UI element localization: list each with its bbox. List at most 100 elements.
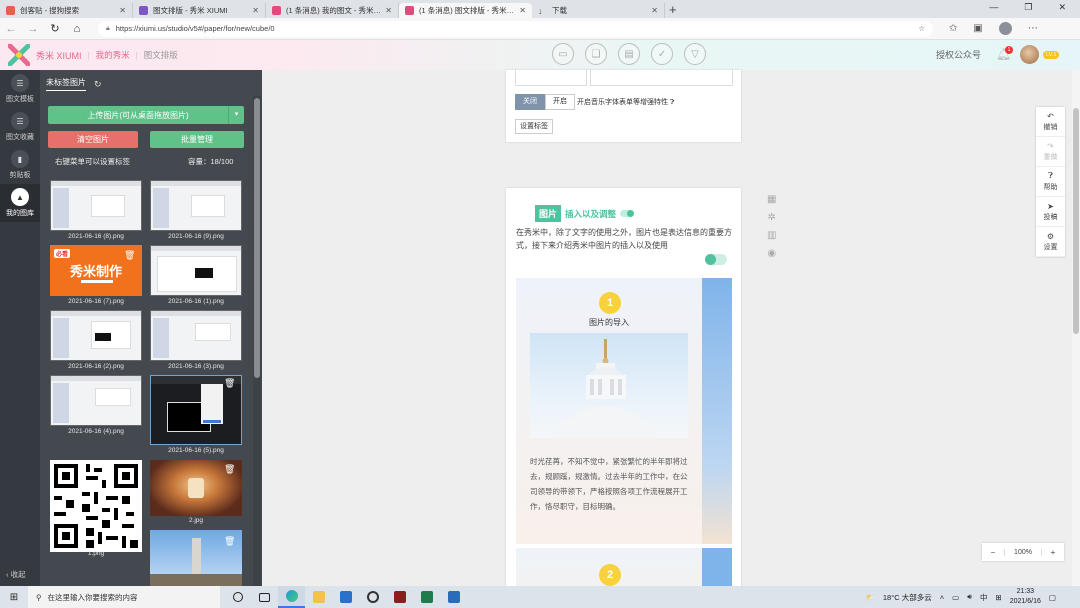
collections-icon[interactable]: ▣ [973, 23, 982, 34]
forward-icon[interactable]: → [22, 23, 44, 35]
zoom-value: 100% [1004, 548, 1042, 556]
trash-icon[interactable]: 🗑︎ [224, 464, 235, 475]
check-icon[interactable]: ✓ [651, 43, 673, 65]
collapse-button[interactable]: ‹ 收起 [6, 569, 26, 580]
image-thumb[interactable] [50, 180, 142, 231]
chevron-up-icon[interactable]: ˄ [940, 593, 944, 602]
close-window-icon[interactable]: ✕ [1058, 2, 1066, 13]
browser-tab-3[interactable]: (1 条消息) 我的图文 - 秀米 XIUMI✕ [266, 3, 399, 18]
weather-icon[interactable]: ⛅ [866, 593, 875, 602]
bar-chart-icon[interactable]: ▥ [767, 230, 776, 241]
redo-button[interactable]: ↷ 重做 [1036, 137, 1065, 167]
volume-icon[interactable]: 🔊︎ [967, 592, 972, 602]
rail-item-clipboard[interactable]: ▮ 剪贴板 [0, 146, 40, 184]
rail-item-templates[interactable]: ☰ 图文模板 [0, 70, 40, 108]
ime-indicator[interactable]: 中 [980, 592, 988, 603]
intro-paragraph[interactable]: 在秀米中，除了文字的使用之外，图片也是表达信息的重要方式，接下来介绍秀米中图片的… [516, 226, 732, 252]
minimize-icon[interactable]: — [989, 2, 998, 13]
gear-icon[interactable]: ✲ [768, 212, 776, 223]
authorize-account-link[interactable]: 授权公众号 [936, 48, 981, 61]
mail-icon[interactable] [332, 586, 359, 608]
copy-icon[interactable]: ❏ [585, 43, 607, 65]
clock[interactable]: 21:33 2021/6/16 [1010, 587, 1041, 607]
step-block-1[interactable]: 1 图片的导入 时光荏苒，不知不觉中，紧张繁忙的半年即将过去，规顾蹊，规激情。过… [516, 278, 732, 544]
dome-photo[interactable] [530, 333, 688, 438]
trash-icon[interactable]: 🗑︎ [224, 536, 235, 547]
save-icon[interactable]: ▤ [618, 43, 640, 65]
rail-item-favorites[interactable]: ☰ 图文收藏 [0, 108, 40, 146]
title-field[interactable] [515, 70, 587, 86]
ime-mode-icon[interactable]: ⊞ [995, 593, 1001, 602]
file-explorer-icon[interactable] [305, 586, 332, 608]
close-tab-icon[interactable]: ✕ [651, 6, 658, 15]
edge-icon[interactable] [278, 586, 305, 608]
more-icon[interactable]: ⋯ [1028, 23, 1038, 34]
help-button[interactable]: ❓︎ 帮助 [1036, 167, 1065, 197]
image-filename: 2.jpg [188, 517, 204, 524]
bookmark-star-icon[interactable]: ☆ [918, 24, 925, 33]
app-icon[interactable] [386, 586, 413, 608]
close-tab-icon[interactable]: ✕ [385, 6, 392, 15]
browser-tab-2[interactable]: 图文排版 - 秀米 XIUMI ✕ [133, 3, 266, 18]
notification-center-icon[interactable]: ▢ [1049, 593, 1056, 602]
trash-icon[interactable]: 🗑︎ [224, 378, 235, 389]
image-thumb[interactable] [150, 245, 242, 296]
task-view-icon[interactable] [251, 586, 278, 608]
image-thumb[interactable] [150, 180, 242, 231]
image-thumb[interactable] [50, 375, 142, 426]
qr-code-image[interactable] [50, 460, 142, 552]
close-tab-icon[interactable]: ✕ [252, 6, 259, 15]
network-icon[interactable]: ▭ [952, 593, 959, 602]
toggle-off-button[interactable]: 关闭 [515, 94, 545, 110]
settings-button[interactable]: ⚙ 设置 [1036, 227, 1065, 257]
step-block-2[interactable]: 2 [516, 548, 732, 588]
library-scrollbar[interactable] [254, 98, 260, 378]
dropdown-icon[interactable]: ▽ [684, 43, 706, 65]
image-thumb[interactable] [50, 310, 142, 361]
toggle-on-button[interactable]: 开启 [545, 94, 575, 110]
set-tag-button[interactable]: 设置标签 [515, 119, 553, 134]
app-icon[interactable] [413, 586, 440, 608]
browser-tab-5[interactable]: ↓ 下载 ✕ [532, 3, 665, 18]
home-icon[interactable]: ⌂ [66, 23, 88, 35]
submit-button[interactable]: ➤ 投稿 [1036, 197, 1065, 227]
undo-button[interactable]: ↶ 撤销 [1036, 107, 1065, 137]
back-icon[interactable]: ← [0, 23, 22, 35]
weather-text[interactable]: 18°C 大部多云 [883, 592, 932, 603]
close-tab-icon[interactable]: ✕ [119, 6, 126, 15]
windows-start-icon[interactable]: ⊞ [0, 592, 28, 603]
zoom-out-button[interactable]: − [982, 548, 1004, 557]
close-tab-icon[interactable]: ✕ [519, 6, 526, 15]
settings-icon[interactable] [359, 586, 386, 608]
taskbar-search[interactable]: ⚲ 在这里输入你要搜索的内容 [28, 586, 220, 608]
trash-icon[interactable]: 🗑︎ [124, 250, 135, 261]
rail-item-gallery[interactable]: ▲ 我的图库 [0, 184, 40, 222]
browser-tab-4[interactable]: (1 条消息) 图文排版 - 秀米 XIUMI✕ [399, 3, 532, 18]
cortana-icon[interactable] [224, 586, 251, 608]
grid-icon[interactable]: ▦ [767, 194, 776, 205]
xiumi-logo-icon[interactable] [8, 44, 30, 66]
browser-tab-1[interactable]: 创客贴 - 搜狗搜索 ✕ [0, 3, 133, 18]
restore-icon[interactable]: ❐ [1024, 2, 1032, 13]
url-input[interactable]: 🔒︎ https://xiumi.us/studio/v5#/paper/for… [98, 20, 933, 37]
toggle-icon [705, 254, 727, 265]
nav-layout[interactable]: 图文排版 [144, 49, 178, 61]
nav-my-xiumi[interactable]: 我的秀米 [96, 49, 130, 61]
reload-icon[interactable]: ↻ [44, 22, 66, 35]
zoom-in-button[interactable]: + [1042, 548, 1064, 557]
canvas-scrollbar[interactable] [1072, 70, 1080, 586]
help-icon[interactable]: ❓︎ [670, 99, 674, 106]
photos-icon[interactable] [440, 586, 467, 608]
section-header[interactable]: 图片 插入以及调整 [535, 205, 635, 222]
open-folder-icon[interactable]: ▭ [552, 43, 574, 65]
profile-avatar[interactable] [998, 22, 1012, 35]
summary-field[interactable] [590, 70, 733, 86]
favorites-icon[interactable]: ✩ [949, 23, 957, 34]
user-avatar[interactable] [1020, 45, 1039, 64]
brand-name[interactable]: 秀米 XIUMI [36, 49, 82, 62]
eye-icon[interactable]: ◉ [767, 248, 776, 259]
image-library-panel: 未标签图片 ↻ 上传图片(可从桌面拖放图片) ▾ 清空图片 批量管理 右键菜单可… [40, 70, 262, 586]
new-tab-button[interactable]: + [669, 2, 677, 17]
step-body[interactable]: 时光荏苒，不知不觉中，紧张繁忙的半年即将过去，规顾蹊，规激情。过去半年的工作中，… [530, 454, 690, 514]
image-thumb[interactable] [150, 310, 242, 361]
